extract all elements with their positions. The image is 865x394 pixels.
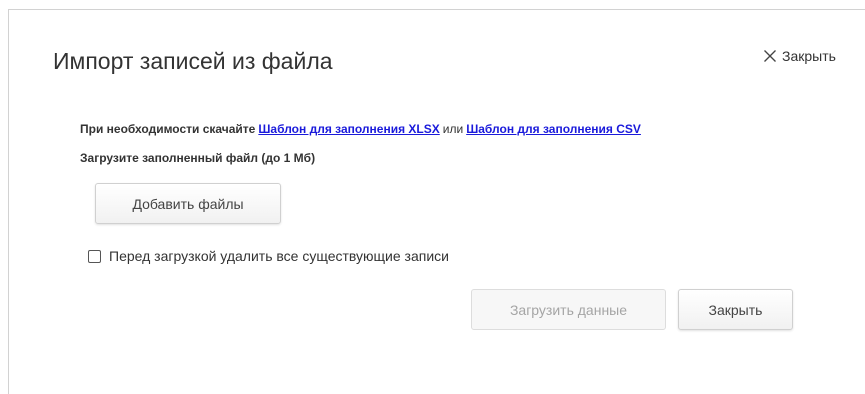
delete-existing-label[interactable]: Перед загрузкой удалить все существующие… <box>109 248 449 264</box>
delete-existing-checkbox[interactable] <box>88 249 101 263</box>
dialog-title: Импорт записей из файла <box>53 48 333 74</box>
info-or-text: или <box>442 122 464 136</box>
dialog-close-link[interactable]: Закрыть <box>763 48 836 64</box>
import-dialog: Импорт записей из файла Закрыть При необ… <box>8 9 865 394</box>
template-xlsx-link[interactable]: Шаблон для заполнения XLSX <box>258 122 439 136</box>
info-prefix: При необходимости скачайте <box>80 122 256 136</box>
close-link-label: Закрыть <box>782 48 836 64</box>
template-download-info: При необходимости скачайте Шаблон для зап… <box>80 122 644 136</box>
load-data-button[interactable]: Загрузить данные <box>471 289 666 330</box>
delete-existing-option[interactable]: Перед загрузкой удалить все существующие… <box>88 248 449 264</box>
template-csv-link[interactable]: Шаблон для заполнения CSV <box>466 122 641 136</box>
add-files-button[interactable]: Добавить файлы <box>95 183 281 224</box>
close-button[interactable]: Закрыть <box>678 289 793 330</box>
file-size-note: Загрузите заполненный файл (до 1 Мб) <box>80 151 316 165</box>
close-icon <box>763 49 777 63</box>
